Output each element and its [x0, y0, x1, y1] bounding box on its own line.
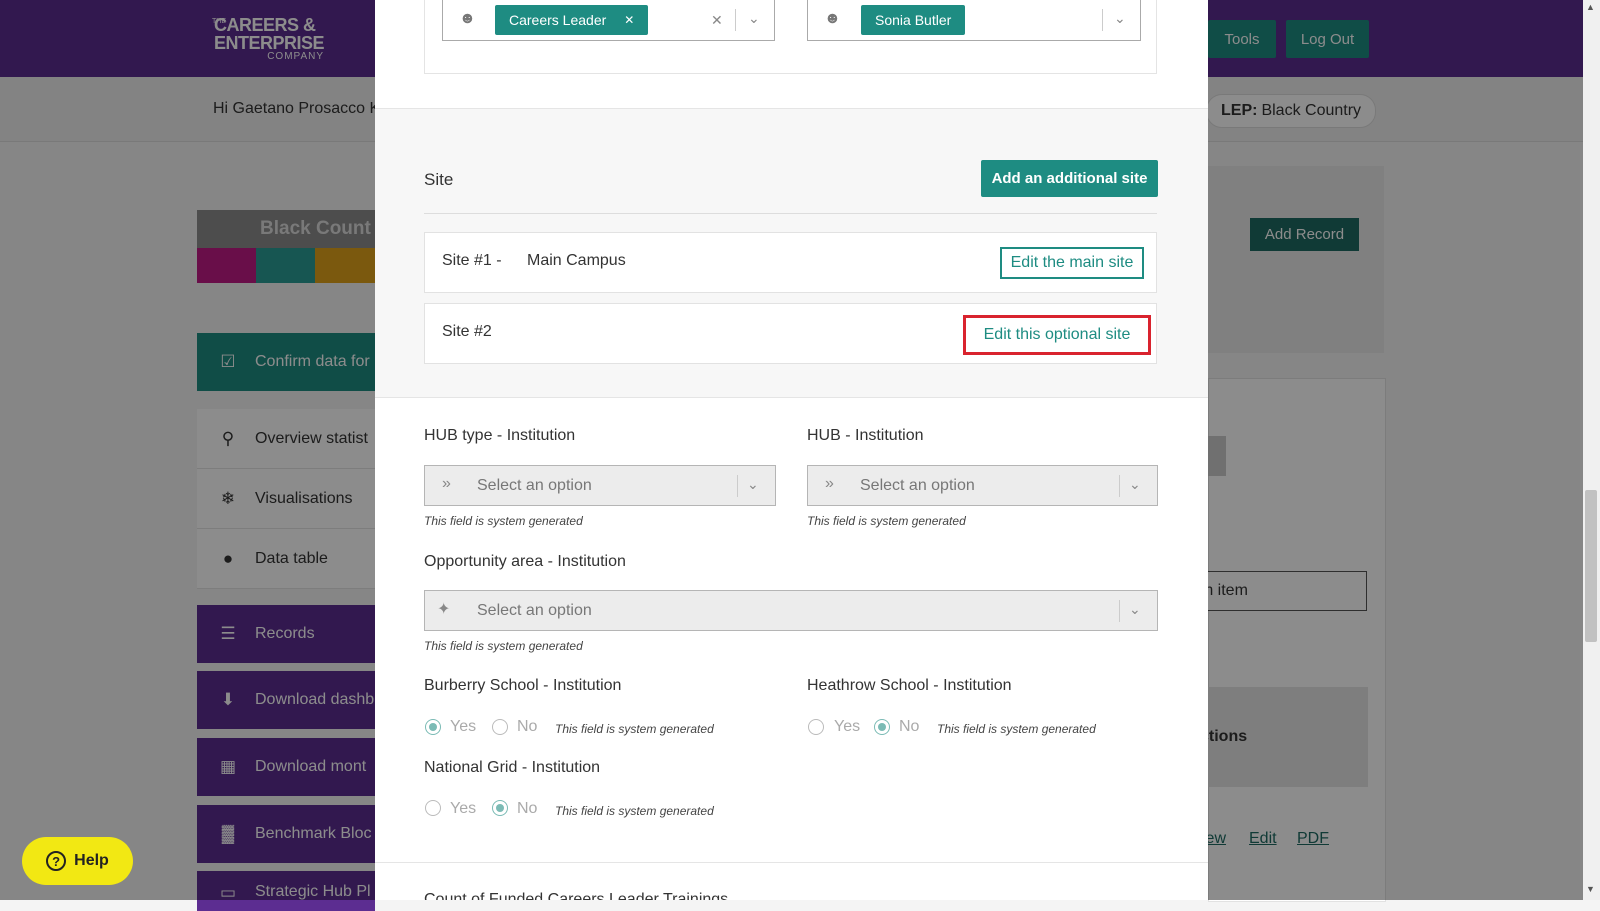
chevron-down-icon[interactable]: ⌄ [748, 10, 760, 27]
select-divider [737, 475, 738, 497]
add-additional-site-button[interactable]: Add an additional site [981, 160, 1158, 197]
national-grid-no-label: No [517, 800, 538, 817]
hub-type-hint: This field is system generated [424, 514, 583, 528]
site-row-optional: Site #2 Edit this optional site [424, 303, 1157, 364]
burberry-no-label: No [517, 718, 538, 735]
burberry-no-radio[interactable] [492, 719, 508, 735]
heathrow-label: Heathrow School - Institution [807, 677, 1012, 694]
tag-remove-icon[interactable]: ✕ [624, 13, 634, 27]
site-name: Main Campus [527, 252, 626, 269]
site-number-label: Site #1 - [442, 252, 502, 269]
chevron-down-icon[interactable]: ⌄ [1129, 601, 1141, 618]
heathrow-hint: This field is system generated [937, 722, 1096, 736]
heathrow-yes-radio[interactable] [808, 719, 824, 735]
national-grid-no-radio[interactable] [492, 800, 508, 816]
site-row-main: Site #1 - Main Campus Edit the main site [424, 232, 1157, 293]
careers-leader-select[interactable]: ☻ Careers Leader ✕ ✕ ⌄ [442, 0, 775, 41]
tag-label: Sonia Butler [875, 12, 952, 28]
edit-optional-site-button[interactable]: Edit this optional site [963, 315, 1151, 355]
scroll-down-arrow-icon[interactable]: ▼ [1586, 884, 1595, 894]
site-number-label: Site #2 [442, 323, 492, 340]
heathrow-yes-label: Yes [834, 718, 861, 735]
selected-tag: Careers Leader ✕ [495, 5, 649, 35]
hub-type-select[interactable]: » Select an option ⌄ [424, 465, 776, 506]
section-divider [375, 862, 1208, 863]
chevron-down-icon[interactable]: ⌄ [1129, 476, 1141, 493]
chevron-down-icon[interactable]: ⌄ [747, 476, 759, 493]
chevron-down-icon[interactable]: ⌄ [1114, 10, 1126, 27]
person-icon: ☻ [459, 10, 476, 27]
page-scrollbar[interactable] [1583, 0, 1600, 900]
hub-select[interactable]: » Select an option ⌄ [807, 465, 1158, 506]
national-grid-yes-radio[interactable] [425, 800, 441, 816]
funded-trainings-label: Count of Funded Careers Leader Trainings [424, 891, 729, 900]
select-divider [1102, 9, 1103, 31]
national-grid-hint: This field is system generated [555, 804, 714, 818]
selected-tag: Sonia Butler [861, 5, 966, 35]
opportunity-area-select[interactable]: ✦ Select an option ⌄ [424, 590, 1158, 631]
clear-icon[interactable]: ✕ [711, 12, 723, 29]
hub-label: HUB - Institution [807, 427, 924, 444]
select-placeholder: Select an option [477, 477, 592, 494]
edit-main-site-button[interactable]: Edit the main site [1000, 247, 1144, 279]
site-section-title: Site [424, 170, 454, 189]
select-placeholder: Select an option [477, 602, 592, 619]
opportunity-area-label: Opportunity area - Institution [424, 553, 626, 570]
national-grid-yes-label: Yes [450, 800, 477, 817]
burberry-yes-radio[interactable] [425, 719, 441, 735]
double-chevron-icon: » [825, 475, 834, 492]
scrollbar-thumb[interactable] [1585, 490, 1597, 642]
heathrow-no-label: No [899, 718, 920, 735]
burberry-yes-label: Yes [450, 718, 477, 735]
section-separator [375, 108, 1208, 136]
select-divider [1119, 475, 1120, 497]
select-placeholder: Select an option [860, 477, 975, 494]
burberry-label: Burberry School - Institution [424, 677, 622, 694]
scroll-up-arrow-icon[interactable]: ▲ [1586, 2, 1595, 12]
help-label: Help [74, 852, 109, 869]
opportunity-area-hint: This field is system generated [424, 639, 583, 653]
heathrow-no-radio[interactable] [874, 719, 890, 735]
select-divider [1119, 600, 1120, 622]
help-button[interactable]: ? Help [22, 837, 133, 885]
question-icon: ? [46, 851, 67, 871]
person-icon: ☻ [824, 10, 841, 27]
hub-hint: This field is system generated [807, 514, 966, 528]
burberry-hint: This field is system generated [555, 722, 714, 736]
national-grid-label: National Grid - Institution [424, 759, 601, 776]
double-chevron-icon: » [442, 475, 451, 492]
sparkle-icon: ✦ [437, 601, 451, 618]
hub-type-label: HUB type - Institution [424, 427, 576, 444]
contact-person-select[interactable]: ☻ Sonia Butler ⌄ [807, 0, 1141, 41]
select-divider [735, 9, 736, 31]
site-divider [424, 213, 1157, 214]
tag-label: Careers Leader [509, 12, 607, 28]
